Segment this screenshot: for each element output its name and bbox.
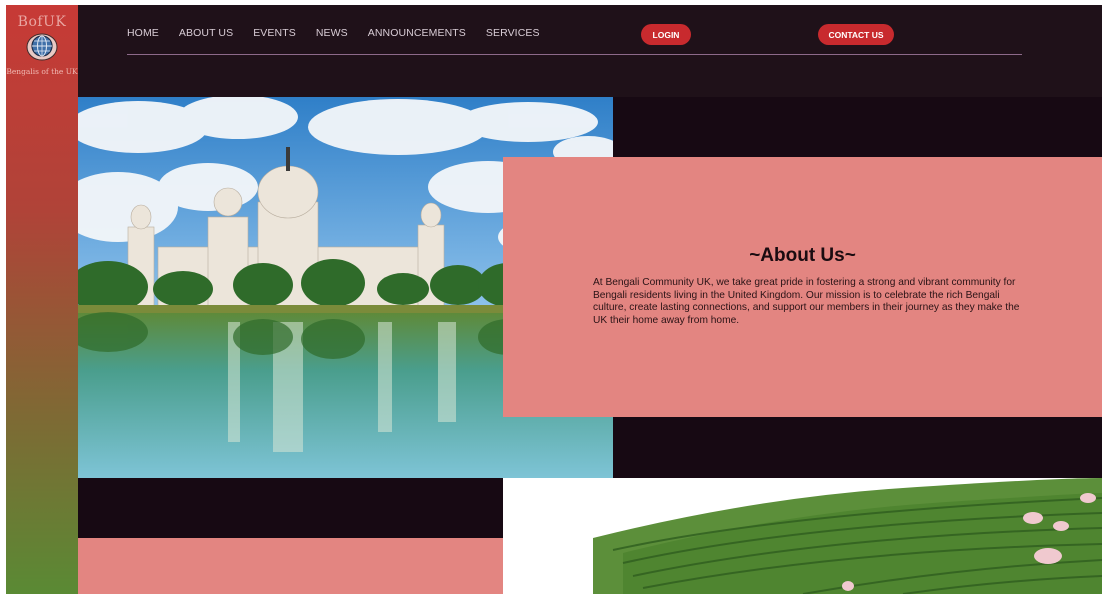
nav-news[interactable]: NEWS <box>316 27 348 39</box>
nav-events[interactable]: EVENTS <box>253 27 296 39</box>
sidebar: BofUK Bengalis of the UK <box>6 5 78 594</box>
contact-us-button[interactable]: CONTACT US <box>818 24 894 45</box>
about-title: ~About Us~ <box>749 245 856 266</box>
login-button[interactable]: LOGIN <box>641 24 691 45</box>
top-header: HOME ABOUT US EVENTS NEWS ANNOUNCEMENTS … <box>78 5 1102 97</box>
nav-home[interactable]: HOME <box>127 27 159 39</box>
globe-logo-icon[interactable] <box>26 31 58 63</box>
main-nav: HOME ABOUT US EVENTS NEWS ANNOUNCEMENTS … <box>127 27 560 39</box>
nav-services[interactable]: SERVICES <box>486 27 540 39</box>
nav-announcements[interactable]: ANNOUNCEMENTS <box>368 27 466 39</box>
nav-about-us[interactable]: ABOUT US <box>179 27 233 39</box>
about-panel: ~About Us~ At Bengali Community UK, we t… <box>503 157 1102 417</box>
logo-caption: Bengalis of the UK <box>6 67 78 76</box>
nav-divider <box>127 54 1022 55</box>
logo-text[interactable]: BofUK <box>6 14 78 30</box>
tea-garden-image <box>503 478 1102 594</box>
page-frame: BofUK Bengalis of the UK HOME ABOUT US E… <box>6 5 1102 594</box>
about-description: At Bengali Community UK, we take great p… <box>593 277 1020 326</box>
